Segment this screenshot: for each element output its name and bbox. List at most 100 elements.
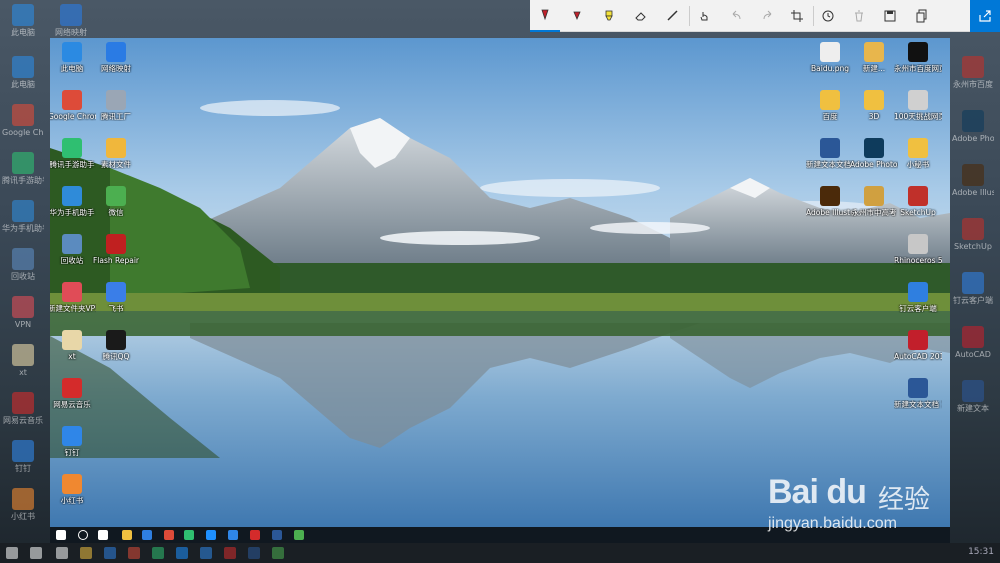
outer-desktop-icon[interactable]: AutoCAD — [952, 326, 994, 360]
app-icon — [106, 234, 126, 254]
app-icon — [62, 90, 82, 110]
app-icon — [908, 138, 928, 158]
icon-label: Flash Repair — [92, 256, 140, 265]
taskbar-app-icon[interactable] — [294, 530, 304, 540]
icon-label: 新建文本文档 02807.docx — [806, 160, 854, 169]
taskbar-app-icon[interactable] — [164, 530, 174, 540]
outer-desktop-icon[interactable]: Adobe Illustrator — [952, 164, 994, 198]
eraser-icon — [635, 12, 646, 21]
desktop-icon[interactable]: Google Chrome — [50, 90, 96, 121]
outer-desktop-icon[interactable]: 此电脑 — [2, 56, 44, 90]
desktop-icon[interactable]: AutoCAD 2016 - 简体 — [894, 330, 942, 361]
outer-taskbar-app-icon — [200, 547, 212, 559]
outer-desktop-icon[interactable]: VPN — [2, 296, 44, 330]
desktop-icon[interactable]: Adobe Illustrat... — [806, 186, 854, 217]
outer-desktop-icon[interactable]: 华为手机助手 — [2, 200, 44, 234]
desktop-icon[interactable]: 小秘书 — [894, 138, 942, 169]
outer-desktop-icon[interactable]: 永州市百度 — [952, 56, 994, 90]
desktop-icon[interactable]: 永州市百度网页截图.png — [894, 42, 942, 73]
desktop-icon[interactable]: xt — [50, 330, 96, 361]
desktop-icon[interactable]: 小红书 — [50, 474, 96, 505]
desktop-icon[interactable]: 网络映射 — [92, 42, 140, 73]
outer-desktop-icon[interactable]: 新建文本 — [952, 380, 994, 414]
taskbar-app-icon[interactable] — [78, 530, 88, 540]
desktop-icon[interactable]: 新建... — [850, 42, 898, 73]
app-icon — [106, 186, 126, 206]
desktop-icon[interactable]: 飞书 — [92, 282, 140, 313]
icon-label: xt — [68, 352, 76, 361]
desktop-icon[interactable]: 钉钉 — [50, 426, 96, 457]
icon-label: 永州市百度网页截图.png — [894, 64, 942, 73]
taskbar-app-icon[interactable] — [184, 530, 194, 540]
desktop-icon[interactable]: Baidu.png — [806, 42, 854, 73]
outer-desktop-icon[interactable]: 钉钉 — [2, 440, 44, 474]
outer-desktop-icon[interactable]: 网络映射 — [50, 4, 92, 38]
desktop-icon[interactable]: 微信 — [92, 186, 140, 217]
desktop-icon[interactable]: Flash Repair — [92, 234, 140, 265]
baidu-jingyan-watermark: Bai du 经验 jingyan.baidu.com — [760, 455, 960, 545]
save-button[interactable] — [875, 0, 905, 32]
redo-button[interactable] — [752, 0, 782, 32]
desktop-icon[interactable]: 新建文本文档 02807.docx — [806, 138, 854, 169]
desktop-icon[interactable]: 新建文件夹VPN — [50, 282, 96, 313]
icon-label: 腾讯手游助手 — [2, 176, 44, 185]
desktop-icon[interactable]: SketchUp — [894, 186, 942, 217]
outer-desktop-icon[interactable]: SketchUp — [952, 218, 994, 252]
desktop-icon[interactable]: 此电脑 — [50, 42, 96, 73]
desktop-icon[interactable]: 钉云客户端 — [894, 282, 942, 313]
taskbar-app-icon[interactable] — [142, 530, 152, 540]
outer-desktop-icon[interactable]: 回收站 — [2, 248, 44, 282]
desktop-icon[interactable]: 腾讯QQ — [92, 330, 140, 361]
eraser-button[interactable] — [626, 0, 656, 32]
taskbar-app-icon[interactable] — [250, 530, 260, 540]
app-icon — [908, 282, 928, 302]
undo-button[interactable] — [722, 0, 752, 32]
icon-label: 腾讯QQ — [102, 352, 130, 361]
desktop-icon[interactable]: 腾讯手游助手 — [50, 138, 96, 169]
desktop-icon[interactable]: 新建文本文档 1 未命名文件 — [894, 378, 942, 409]
ballpoint-pen-button[interactable] — [530, 0, 560, 32]
desktop-icon[interactable]: Rhinoceros 5 (64-bit) — [894, 234, 942, 265]
app-icon — [962, 110, 984, 132]
highlighter-button[interactable] — [594, 0, 624, 32]
pencil-button[interactable] — [562, 0, 592, 32]
outer-desktop-icon[interactable]: 小红书 — [2, 488, 44, 522]
outer-desktop-icon[interactable]: xt — [2, 344, 44, 378]
icon-label: 3D — [868, 112, 880, 121]
desktop-icon[interactable]: 3D — [850, 90, 898, 121]
ruler-button[interactable] — [658, 0, 688, 32]
share-button[interactable] — [970, 0, 1000, 32]
desktop-icon[interactable]: 永州市中高考 — [850, 186, 898, 217]
desktop-icon[interactable]: 华为手机助手 — [50, 186, 96, 217]
desktop-icon[interactable]: 素材文件 — [92, 138, 140, 169]
taskbar-app-icon[interactable] — [122, 530, 132, 540]
outer-desktop-icon[interactable]: 此电脑 — [2, 4, 44, 38]
icon-label: 回收站 — [11, 272, 35, 281]
taskbar-app-icon[interactable] — [272, 530, 282, 540]
outer-taskbar-app-icon — [224, 547, 236, 559]
outer-desktop-icon[interactable]: Adobe Photoshop — [952, 110, 994, 144]
app-icon — [106, 90, 126, 110]
history-button[interactable] — [813, 0, 843, 32]
crop-button[interactable] — [782, 0, 812, 32]
desktop-icon[interactable]: Adobe Photosh... — [850, 138, 898, 169]
copy-button[interactable] — [907, 0, 937, 32]
taskbar-app-icon[interactable] — [98, 530, 108, 540]
outer-desktop-icon[interactable]: 钉云客户端 — [952, 272, 994, 306]
ruler-icon — [667, 10, 678, 21]
touch-writing-button[interactable] — [690, 0, 720, 32]
desktop-icon[interactable]: 腾讯工厂 — [92, 90, 140, 121]
delete-button[interactable] — [844, 0, 874, 32]
desktop-icon[interactable]: 回收站 — [50, 234, 96, 265]
desktop-icon[interactable]: 网易云音乐 — [50, 378, 96, 409]
desktop-icon[interactable]: 100天挑战网页V1.0 — [894, 90, 942, 121]
app-icon — [908, 378, 928, 398]
outer-desktop-icon[interactable]: 腾讯手游助手 — [2, 152, 44, 186]
taskbar-app-icon[interactable] — [206, 530, 216, 540]
app-icon — [12, 440, 34, 462]
desktop-icon[interactable]: 百度 — [806, 90, 854, 121]
start-icon[interactable] — [56, 530, 66, 540]
outer-desktop-icon[interactable]: Google Chrome — [2, 104, 44, 138]
taskbar-app-icon[interactable] — [228, 530, 238, 540]
outer-desktop-icon[interactable]: 网易云音乐 — [2, 392, 44, 426]
